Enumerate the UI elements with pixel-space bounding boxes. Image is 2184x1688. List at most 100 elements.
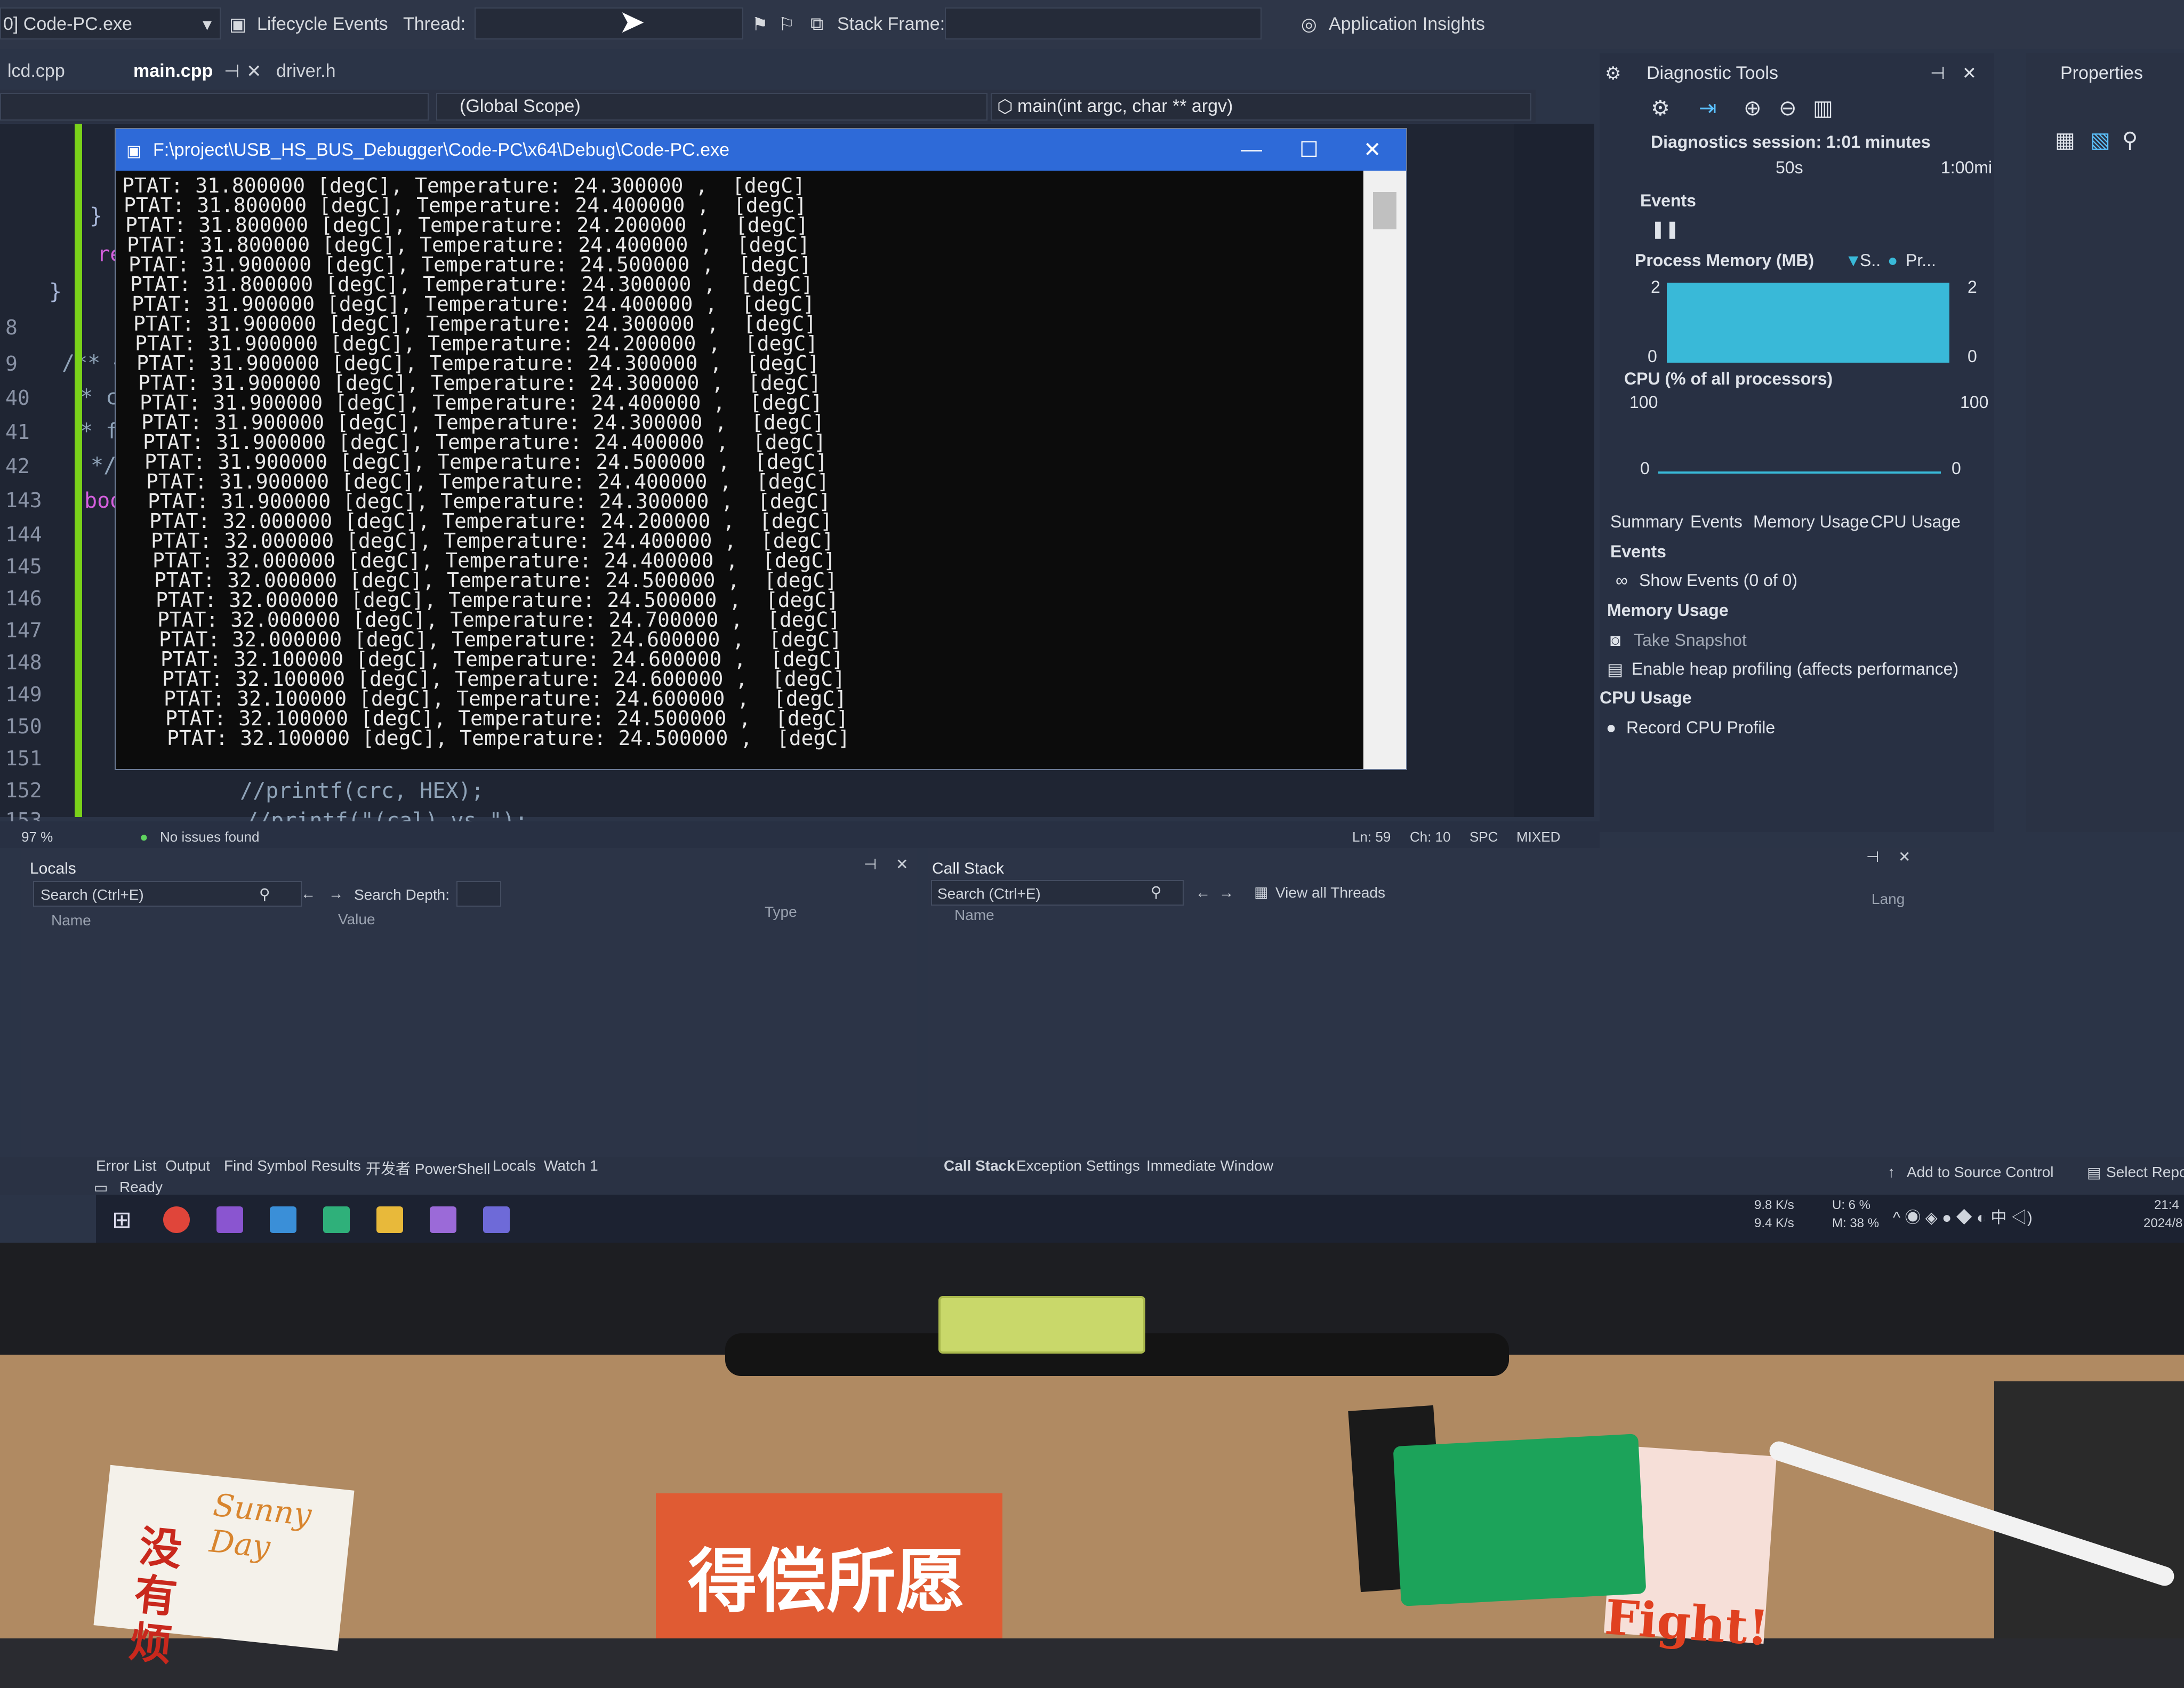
search-icon[interactable]: ⚲ bbox=[1151, 883, 1162, 901]
export-icon[interactable]: ⇥ bbox=[1699, 96, 1717, 121]
gear-icon[interactable]: ⚙ bbox=[1651, 96, 1670, 121]
view-all-threads-button[interactable]: View all Threads bbox=[1275, 884, 1385, 901]
flag-icon[interactable]: ⚑ bbox=[752, 14, 768, 35]
lifecycle-events-button[interactable]: Lifecycle Events bbox=[257, 14, 388, 35]
zoom-in-icon[interactable]: ⊕ bbox=[1744, 96, 1762, 121]
tab-powershell[interactable]: 开发者 PowerShell bbox=[366, 1157, 490, 1179]
pin-icon[interactable]: ⊣ bbox=[224, 61, 240, 82]
memory-usage-area bbox=[1667, 283, 1949, 363]
close-icon[interactable]: ✕ bbox=[1898, 848, 1910, 866]
red-card: 得偿所愿 bbox=[656, 1493, 1002, 1638]
zoom-level[interactable]: 97 % bbox=[21, 829, 53, 845]
memory-header[interactable]: Process Memory (MB) bbox=[1635, 251, 1814, 270]
tab-find-symbol-results[interactable]: Find Symbol Results bbox=[224, 1157, 361, 1174]
pause-icon[interactable]: ❚❚ bbox=[1651, 219, 1680, 239]
heap-profiling-toggle[interactable]: Enable heap profiling (affects performan… bbox=[1632, 659, 1958, 679]
process-label: 0] Code-PC.exe bbox=[3, 14, 132, 34]
categorized-icon[interactable]: ▦ bbox=[2055, 128, 2075, 153]
forward-arrow-icon[interactable]: → bbox=[1219, 884, 1234, 901]
select-repository-button[interactable]: Select Repos bbox=[2106, 1164, 2184, 1181]
wrench-icon[interactable]: ⚲ bbox=[2122, 128, 2138, 153]
cpu-header[interactable]: CPU (% of all processors) bbox=[1624, 369, 1833, 389]
console-scrollbar[interactable] bbox=[1363, 171, 1406, 769]
show-events-link[interactable]: Show Events (0 of 0) bbox=[1639, 571, 1797, 590]
repo-icon: ▤ bbox=[2087, 1164, 2101, 1181]
maximize-icon[interactable]: ☐ bbox=[1299, 138, 1319, 162]
pin-icon[interactable]: ⊣ bbox=[1866, 848, 1879, 866]
console-titlebar[interactable]: ▣ F:\project\USB_HS_BUS_Debugger\Code-PC… bbox=[116, 129, 1406, 171]
col-type[interactable]: Type bbox=[765, 903, 797, 921]
code-line: } bbox=[90, 204, 103, 228]
change-marker-bar bbox=[75, 124, 82, 817]
tray-icons[interactable]: ^ ◉ ◈ ● ◆ ◐ 中 ◁) bbox=[1893, 1204, 2033, 1228]
record-cpu-profile-button[interactable]: Record CPU Profile bbox=[1626, 718, 1775, 738]
close-icon[interactable]: ✕ bbox=[896, 855, 908, 873]
thread-dropdown[interactable] bbox=[475, 7, 743, 39]
zoom-out-icon[interactable]: ⊖ bbox=[1779, 96, 1797, 121]
close-icon[interactable]: ✕ bbox=[1962, 63, 1977, 83]
col-name[interactable]: Name bbox=[51, 912, 91, 929]
tab-lcd-cpp[interactable]: lcd.cpp bbox=[7, 61, 65, 82]
minimize-icon[interactable]: — bbox=[1241, 138, 1262, 162]
properties-page-icon[interactable]: ▧ bbox=[2090, 128, 2110, 153]
snapshot-legend-icon: ▼ bbox=[1845, 251, 1862, 270]
back-arrow-icon[interactable]: ← bbox=[301, 885, 316, 902]
close-icon[interactable]: ✕ bbox=[1363, 138, 1382, 162]
events-header[interactable]: Events bbox=[1640, 191, 1696, 211]
close-icon[interactable]: ✕ bbox=[246, 61, 262, 82]
line-number: 145 bbox=[5, 555, 42, 578]
tab-watch-1[interactable]: Watch 1 bbox=[544, 1157, 598, 1174]
clock-date[interactable]: 2024/8 bbox=[2143, 1216, 2182, 1231]
tab-memory-usage[interactable]: Memory Usage bbox=[1753, 512, 1869, 532]
pin-icon[interactable]: ⊣ bbox=[1930, 63, 1945, 83]
col-lang[interactable]: Lang bbox=[1872, 891, 1905, 908]
tab-call-stack[interactable]: Call Stack bbox=[944, 1157, 1015, 1174]
panel-settings-icon[interactable]: ⚙ bbox=[1605, 63, 1621, 84]
add-to-source-control-button[interactable]: Add to Source Control bbox=[1907, 1164, 2054, 1181]
project-dropdown[interactable] bbox=[0, 93, 429, 121]
issues-status[interactable]: No issues found bbox=[160, 829, 259, 845]
tab-output[interactable]: Output bbox=[165, 1157, 210, 1174]
tab-summary[interactable]: Summary bbox=[1610, 512, 1683, 532]
properties-panel: Properties ▦ ▧ ⚲ bbox=[2026, 53, 2184, 832]
timeline-tick: 1:00mi bbox=[1941, 158, 1993, 177]
tab-exception-settings[interactable]: Exception Settings bbox=[1016, 1157, 1140, 1174]
app-icon[interactable] bbox=[270, 1206, 296, 1233]
visual-studio-icon[interactable] bbox=[216, 1206, 243, 1233]
pin-icon[interactable]: ⊣ bbox=[864, 855, 877, 873]
editor-minimap[interactable] bbox=[1514, 124, 1594, 817]
search-icon[interactable]: ⚲ bbox=[259, 885, 270, 903]
search-depth-dropdown[interactable] bbox=[456, 881, 501, 907]
windows-start-icon[interactable]: ⊞ bbox=[112, 1206, 139, 1233]
tab-cpu-usage[interactable]: CPU Usage bbox=[1870, 512, 1961, 532]
tab-error-list[interactable]: Error List bbox=[96, 1157, 157, 1174]
console-window[interactable]: ▣ F:\project\USB_HS_BUS_Debugger\Code-PC… bbox=[115, 128, 1407, 770]
tab-immediate-window[interactable]: Immediate Window bbox=[1146, 1157, 1273, 1174]
scrollbar-thumb[interactable] bbox=[1373, 192, 1396, 229]
forward-arrow-icon[interactable]: → bbox=[328, 885, 343, 902]
clock-time[interactable]: 21:4 bbox=[2154, 1198, 2179, 1213]
console-taskbar-icon[interactable] bbox=[483, 1206, 510, 1233]
tab-driver-h[interactable]: driver.h bbox=[276, 61, 336, 82]
application-insights-button[interactable]: Application Insights bbox=[1329, 14, 1485, 35]
file-explorer-icon[interactable] bbox=[376, 1206, 403, 1233]
output-window-icon: ▭ bbox=[94, 1179, 108, 1196]
tab-main-cpp[interactable]: main.cpp bbox=[133, 61, 213, 82]
sunny-day-card: Sunny Day 没有烦 bbox=[93, 1465, 355, 1670]
console-line: PTAT: 32.100000 [degC], Temperature: 24.… bbox=[167, 726, 850, 750]
app-icon[interactable] bbox=[323, 1206, 350, 1233]
code-line: */ bbox=[91, 453, 117, 478]
tab-locals[interactable]: Locals bbox=[493, 1157, 536, 1174]
chart-icon[interactable]: ▥ bbox=[1813, 96, 1833, 121]
col-value[interactable]: Value bbox=[338, 911, 375, 928]
back-arrow-icon[interactable]: ← bbox=[1195, 884, 1210, 901]
tab-events[interactable]: Events bbox=[1690, 512, 1743, 532]
app-icon[interactable] bbox=[430, 1206, 456, 1233]
take-snapshot-button[interactable]: Take Snapshot bbox=[1634, 630, 1747, 650]
stack-frame-dropdown[interactable] bbox=[945, 7, 1262, 39]
net-up: 9.8 K/s bbox=[1754, 1198, 1794, 1212]
chrome-icon[interactable] bbox=[163, 1206, 190, 1233]
col-name[interactable]: Name bbox=[954, 907, 994, 924]
flag-threads-icon[interactable]: ⚐ bbox=[778, 14, 794, 35]
editor-status: 97 % ● No issues found Ln: 59 Ch: 10 SPC… bbox=[0, 821, 1600, 848]
